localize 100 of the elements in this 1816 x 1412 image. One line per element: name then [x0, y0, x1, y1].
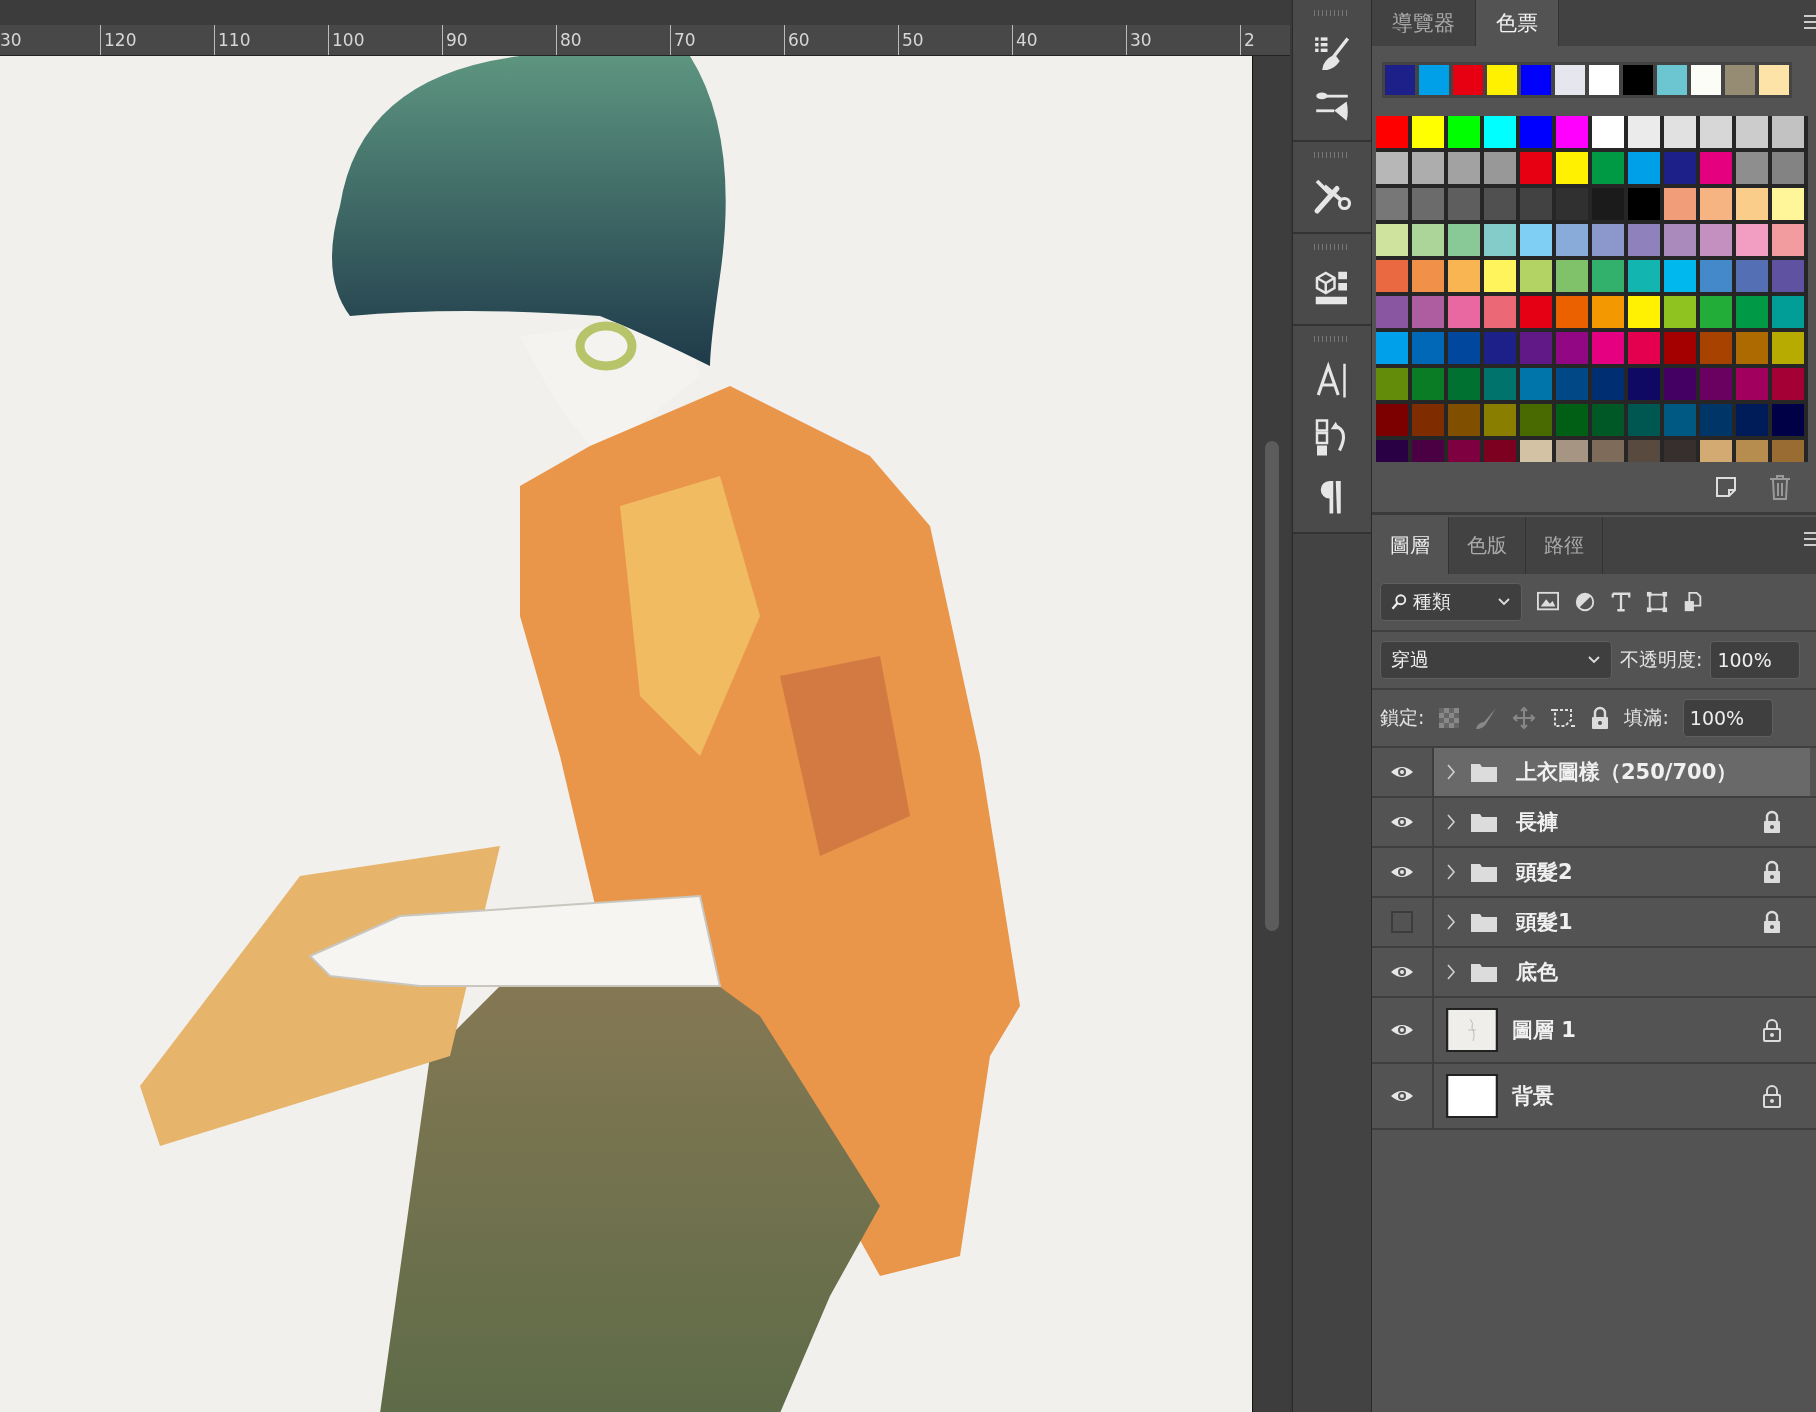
swatch[interactable]: [1484, 224, 1516, 256]
swatch[interactable]: [1448, 188, 1480, 220]
swatch[interactable]: [1628, 224, 1660, 256]
swatch[interactable]: [1725, 65, 1755, 95]
layer-row[interactable]: 長褲: [1434, 798, 1810, 846]
swatch[interactable]: [1556, 152, 1588, 184]
swatch[interactable]: [1592, 368, 1624, 400]
swatch[interactable]: [1772, 296, 1804, 328]
swatch[interactable]: [1664, 368, 1696, 400]
swatch[interactable]: [1772, 404, 1804, 436]
swatch[interactable]: [1657, 65, 1687, 95]
swatch[interactable]: [1623, 65, 1653, 95]
swatch[interactable]: [1487, 65, 1517, 95]
swatch[interactable]: [1484, 368, 1516, 400]
swatch[interactable]: [1412, 368, 1444, 400]
swatch[interactable]: [1376, 152, 1408, 184]
swatch[interactable]: [1520, 116, 1552, 148]
swatch[interactable]: [1700, 368, 1732, 400]
blend-mode-dropdown[interactable]: 穿過: [1380, 641, 1612, 679]
swatch[interactable]: [1448, 224, 1480, 256]
swatch[interactable]: [1664, 404, 1696, 436]
swatch[interactable]: [1376, 368, 1408, 400]
swatch[interactable]: [1412, 296, 1444, 328]
swatch[interactable]: [1520, 260, 1552, 292]
swatch[interactable]: [1736, 332, 1768, 364]
swatch[interactable]: [1772, 224, 1804, 256]
swatch[interactable]: [1664, 296, 1696, 328]
swatch[interactable]: [1520, 188, 1552, 220]
swatch[interactable]: [1700, 224, 1732, 256]
panel-tab[interactable]: 圖層: [1372, 517, 1449, 574]
swatch[interactable]: [1385, 65, 1415, 95]
layer-row[interactable]: 上衣圖樣（250/700）: [1434, 748, 1810, 796]
layer-row[interactable]: 頭髮2: [1434, 848, 1810, 896]
swatch[interactable]: [1520, 152, 1552, 184]
swatch[interactable]: [1520, 296, 1552, 328]
swatch[interactable]: [1556, 368, 1588, 400]
swatch[interactable]: [1628, 368, 1660, 400]
swatch[interactable]: [1376, 188, 1408, 220]
fill-field[interactable]: 100%: [1682, 699, 1773, 737]
swatch[interactable]: [1628, 152, 1660, 184]
swatch[interactable]: [1484, 260, 1516, 292]
swatch[interactable]: [1700, 296, 1732, 328]
swatch[interactable]: [1520, 224, 1552, 256]
swatch[interactable]: [1412, 188, 1444, 220]
swatch[interactable]: [1412, 152, 1444, 184]
swatch[interactable]: [1700, 152, 1732, 184]
swatch[interactable]: [1628, 332, 1660, 364]
swatch[interactable]: [1772, 152, 1804, 184]
swatch[interactable]: [1772, 260, 1804, 292]
swatch[interactable]: [1556, 260, 1588, 292]
swatch[interactable]: [1555, 65, 1585, 95]
layer-row[interactable]: 背景: [1434, 1064, 1810, 1128]
swatch[interactable]: [1376, 404, 1408, 436]
swatch[interactable]: [1484, 188, 1516, 220]
swatch[interactable]: [1664, 188, 1696, 220]
swatch[interactable]: [1419, 65, 1449, 95]
swatch[interactable]: [1592, 152, 1624, 184]
swatch[interactable]: [1700, 260, 1732, 292]
swatch[interactable]: [1759, 65, 1789, 95]
swatch[interactable]: [1521, 65, 1551, 95]
swatch[interactable]: [1691, 65, 1721, 95]
swatch[interactable]: [1556, 224, 1588, 256]
swatch[interactable]: [1664, 116, 1696, 148]
swatch[interactable]: [1376, 224, 1408, 256]
swatch[interactable]: [1664, 152, 1696, 184]
swatch[interactable]: [1484, 152, 1516, 184]
swatch[interactable]: [1453, 65, 1483, 95]
layer-row[interactable]: 圖層 1: [1434, 998, 1810, 1062]
swatch[interactable]: [1664, 332, 1696, 364]
swatch[interactable]: [1664, 224, 1696, 256]
swatch[interactable]: [1664, 260, 1696, 292]
swatch[interactable]: [1628, 188, 1660, 220]
panel-tab[interactable]: 色票: [1476, 0, 1559, 46]
swatch[interactable]: [1628, 116, 1660, 148]
swatch[interactable]: [1556, 404, 1588, 436]
swatch[interactable]: [1448, 152, 1480, 184]
swatch[interactable]: [1448, 368, 1480, 400]
swatch[interactable]: [1520, 368, 1552, 400]
swatch[interactable]: [1376, 260, 1408, 292]
swatch[interactable]: [1628, 404, 1660, 436]
swatch[interactable]: [1592, 404, 1624, 436]
swatch[interactable]: [1736, 368, 1768, 400]
swatch[interactable]: [1736, 260, 1768, 292]
swatch[interactable]: [1736, 152, 1768, 184]
swatch[interactable]: [1772, 368, 1804, 400]
swatch[interactable]: [1376, 296, 1408, 328]
swatch[interactable]: [1628, 260, 1660, 292]
panel-tab[interactable]: 路徑: [1526, 517, 1603, 574]
layer-row[interactable]: 頭髮1: [1434, 898, 1810, 946]
swatch[interactable]: [1592, 332, 1624, 364]
swatch[interactable]: [1736, 116, 1768, 148]
swatch[interactable]: [1484, 332, 1516, 364]
scrollbar-thumb[interactable]: [1265, 441, 1279, 931]
swatch[interactable]: [1520, 332, 1552, 364]
swatch[interactable]: [1376, 332, 1408, 364]
swatch[interactable]: [1556, 116, 1588, 148]
swatch[interactable]: [1556, 296, 1588, 328]
swatch[interactable]: [1484, 296, 1516, 328]
swatch[interactable]: [1736, 224, 1768, 256]
swatch[interactable]: [1589, 65, 1619, 95]
